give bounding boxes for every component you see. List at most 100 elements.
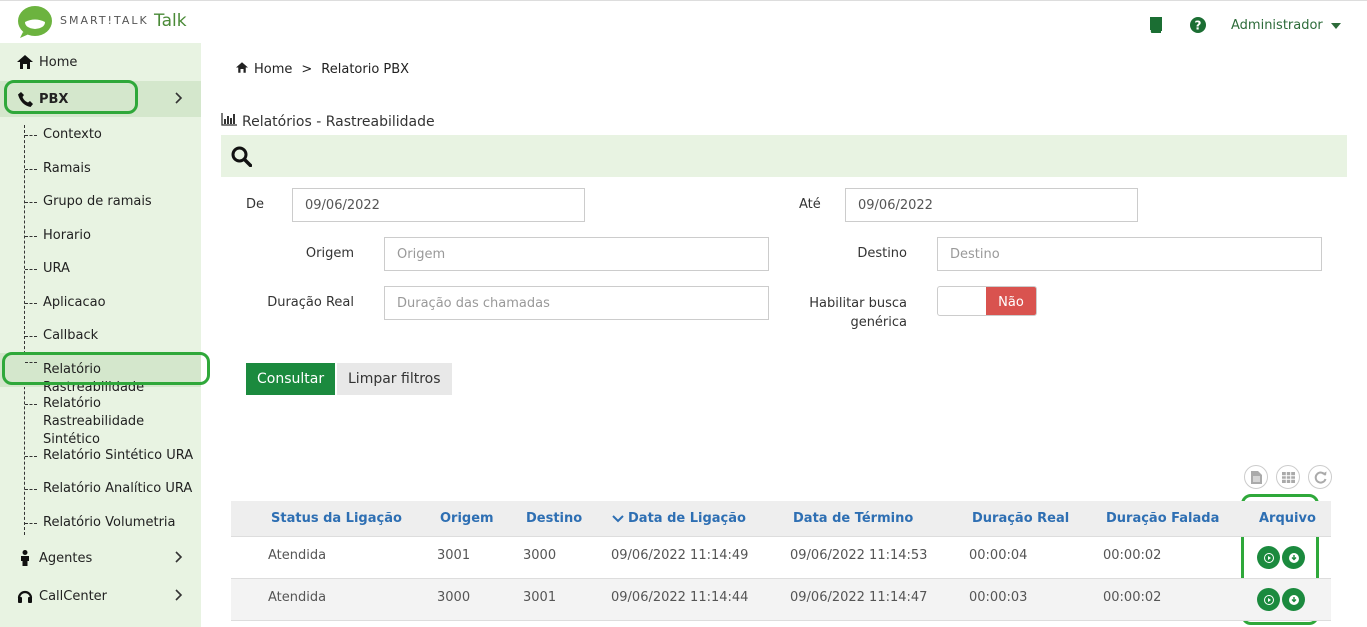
col-data-ligacao[interactable]: Data de Ligação	[612, 511, 746, 526]
sidebar: Home PBX Contexto Ramais Grupo de ramais…	[0, 43, 201, 627]
refresh-icon[interactable]	[1308, 465, 1332, 489]
sidebar-item-label: PBX	[39, 91, 69, 107]
sidebar-sub-callback[interactable]: Callback	[0, 327, 201, 345]
sidebar-sub-horario[interactable]: Horario	[0, 227, 201, 245]
sidebar-sub-ura[interactable]: URA	[0, 260, 201, 278]
sidebar-item-pbx[interactable]: PBX	[0, 81, 201, 117]
sidebar-sub-relatorio-rastreabilidade[interactable]: Relatório Rastreabilidade	[0, 353, 201, 395]
columns-grid-icon[interactable]	[1276, 465, 1300, 489]
cell-duracao-real: 00:00:03	[969, 590, 1028, 605]
download-icon[interactable]	[1282, 546, 1305, 569]
col-data-ligacao-label: Data de Ligação	[628, 511, 746, 526]
smarttalk-logo-icon	[18, 6, 52, 38]
limpar-filtros-button[interactable]: Limpar filtros	[337, 363, 452, 395]
col-data-termino[interactable]: Data de Término	[793, 511, 913, 526]
sidebar-item-label: Home	[39, 54, 78, 70]
cell-origem: 3000	[437, 590, 471, 605]
sidebar-sub-ramais[interactable]: Ramais	[0, 160, 201, 178]
breadcrumb: Home > Relatorio PBX	[236, 62, 409, 77]
sidebar-sub-contexto[interactable]: Contexto	[0, 126, 201, 144]
destino-label: Destino	[857, 246, 907, 261]
de-date-field[interactable]	[292, 188, 585, 222]
sidebar-sub-label: Relatório Rastreabilidade	[43, 362, 145, 395]
brand-sub: Talk	[154, 11, 187, 31]
sidebar-item-label: Agentes	[39, 550, 93, 566]
sidebar-item-home[interactable]: Home	[0, 44, 201, 80]
play-icon[interactable]	[1257, 588, 1280, 611]
help-icon[interactable]: ?	[1189, 16, 1207, 34]
col-status-ligacao[interactable]: Status da Ligação	[271, 511, 402, 526]
home-icon	[236, 62, 248, 77]
sidebar-item-agentes[interactable]: Agentes	[0, 540, 201, 576]
sidebar-sub-grupo-de-ramais[interactable]: Grupo de ramais	[0, 193, 201, 211]
cell-status: Atendida	[268, 590, 327, 605]
cell-data-ligacao: 09/06/2022 11:14:49	[611, 548, 749, 563]
cell-data-termino: 09/06/2022 11:14:47	[790, 590, 928, 605]
page-title: Relatórios - Rastreabilidade	[221, 113, 435, 130]
sidebar-sub-aplicacao[interactable]: Aplicacao	[0, 294, 201, 312]
sidebar-sub-relatorio-rastreabilidade-sintetico[interactable]: Relatório Rastreabilidade Sintético	[0, 395, 201, 449]
user-name: Administrador	[1231, 18, 1323, 33]
search-panel-header	[221, 135, 1347, 177]
destino-field[interactable]	[937, 237, 1322, 271]
sidebar-sub-label: Aplicacao	[43, 295, 106, 310]
sidebar-sub-label: Ramais	[43, 161, 91, 176]
sidebar-item-callcenter[interactable]: CallCenter	[0, 578, 201, 614]
consultar-button[interactable]: Consultar	[246, 363, 336, 395]
sidebar-item-label: CallCenter	[39, 588, 108, 604]
col-duracao-real[interactable]: Duração Real	[972, 511, 1069, 526]
ate-date-field[interactable]	[845, 188, 1138, 222]
cell-duracao-real: 00:00:04	[969, 548, 1028, 563]
sidebar-sub-relatorio-sintetico-ura[interactable]: Relatório Sintético URA	[0, 447, 201, 465]
cell-duracao-falada: 00:00:02	[1103, 590, 1162, 605]
download-icon[interactable]	[1282, 588, 1305, 611]
top-bar: SMART!TALK Talk ? Administrador	[0, 0, 1367, 42]
duracao-field[interactable]	[384, 286, 769, 320]
sidebar-sub-relatorio-analitico-ura[interactable]: Relatório Analítico URA	[0, 480, 201, 498]
busca-generica-label: Habilitar busca genérica	[805, 294, 907, 332]
caret-down-icon	[1330, 22, 1341, 29]
sidebar-sub-relatorio-volumetria[interactable]: Relatório Volumetria	[0, 514, 201, 532]
table-row: Atendida 3001 3000 09/06/2022 11:14:49 0…	[231, 537, 1331, 579]
col-duracao-falada[interactable]: Duração Falada	[1106, 511, 1219, 526]
col-arquivo[interactable]: Arquivo	[1259, 511, 1316, 526]
sidebar-sub-label: Callback	[43, 328, 99, 343]
col-destino[interactable]: Destino	[526, 511, 582, 526]
sidebar-sub-label: URA	[43, 261, 70, 276]
table-row: Atendida 3000 3001 09/06/2022 11:14:44 0…	[231, 579, 1331, 621]
book-icon[interactable]	[1146, 16, 1164, 34]
cell-destino: 3001	[523, 590, 557, 605]
sidebar-sub-label: Relatório Volumetria	[43, 515, 176, 530]
origem-field[interactable]	[384, 237, 769, 271]
busca-generica-label-line1: Habilitar busca	[809, 296, 907, 311]
brand-name: SMART!TALK	[60, 14, 149, 27]
chevron-right-icon	[175, 589, 183, 605]
table-header: Status da Ligação Origem Destino Data de…	[231, 501, 1331, 537]
cell-data-ligacao: 09/06/2022 11:14:44	[611, 590, 749, 605]
sidebar-sub-label: Horario	[43, 228, 91, 243]
search-icon[interactable]	[231, 146, 253, 171]
play-icon[interactable]	[1257, 546, 1280, 569]
breadcrumb-separator: >	[301, 62, 313, 77]
busca-generica-label-line2: genérica	[850, 315, 907, 330]
cell-duracao-falada: 00:00:02	[1103, 548, 1162, 563]
toggle-off-label: Não	[986, 287, 1036, 315]
home-icon	[15, 55, 35, 69]
export-file-icon[interactable]	[1244, 465, 1268, 489]
page-title-text: Relatórios - Rastreabilidade	[242, 113, 435, 130]
headset-icon	[15, 589, 35, 604]
breadcrumb-home[interactable]: Home	[254, 62, 292, 77]
sidebar-sub-label: Relatório Analítico URA	[43, 481, 193, 496]
col-origem[interactable]: Origem	[440, 511, 494, 526]
bar-chart-icon	[221, 113, 237, 130]
cell-data-termino: 09/06/2022 11:14:53	[790, 548, 928, 563]
user-menu[interactable]: Administrador	[1231, 18, 1341, 33]
sort-desc-icon	[612, 514, 624, 522]
cell-origem: 3001	[437, 548, 471, 563]
ate-label: Até	[799, 197, 821, 212]
origem-label: Origem	[305, 246, 354, 261]
duracao-real-label: Duração Real	[267, 295, 354, 310]
chevron-right-icon	[175, 92, 183, 108]
cell-status: Atendida	[268, 548, 327, 563]
busca-generica-toggle[interactable]: Não	[937, 286, 1037, 316]
